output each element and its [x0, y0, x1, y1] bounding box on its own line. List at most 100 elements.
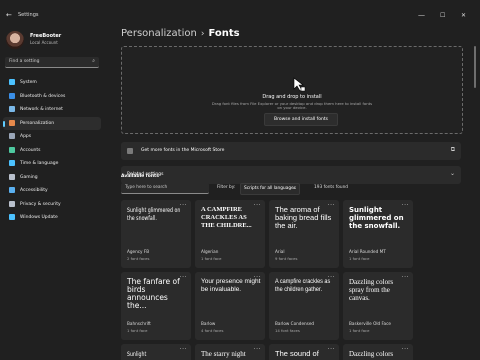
store-link-label: Get more fonts in the Microsoft Store	[141, 148, 225, 153]
font-face-count: 9 font faces	[275, 256, 298, 261]
sidebar-item-windows-update[interactable]: Windows Update	[3, 211, 101, 225]
font-tile[interactable]: ··· The sound of	[269, 344, 339, 360]
user-name: FreeBooter	[30, 33, 62, 39]
maximize-button[interactable]: ☐	[440, 12, 445, 19]
sidebar-item-icon	[9, 173, 15, 180]
font-name: Arial	[275, 249, 285, 254]
sidebar-item-label: Apps	[20, 134, 32, 139]
sidebar-item-label: Windows Update	[20, 215, 58, 220]
sidebar-item-bluetooth-devices[interactable]: Bluetooth & devices	[3, 90, 101, 104]
external-link-icon: ⧉	[450, 146, 455, 153]
font-name: Barlow	[201, 321, 216, 326]
sidebar-item-icon	[9, 133, 15, 139]
sidebar-item-label: Time & language	[20, 161, 59, 166]
minimize-button[interactable]: —	[418, 11, 425, 19]
search-icon: ⌕	[92, 58, 95, 64]
font-sample-text: A campfire crackles as the children gath…	[275, 278, 331, 293]
font-tile[interactable]: ··· The aroma of baking bread fills the a…	[269, 200, 339, 268]
sidebar-item-label: Network & internet	[20, 107, 63, 112]
font-tile[interactable]: ··· A CAMPFIRE CRACKLES AS THE CHILDRE...…	[195, 200, 265, 268]
sidebar-item-icon	[9, 200, 15, 207]
sidebar-item-accessibility[interactable]: Accessibility	[3, 184, 101, 198]
sidebar-item-system[interactable]: System	[3, 76, 101, 90]
sidebar-item-label: Bluetooth & devices	[20, 93, 66, 99]
font-name: Barlow Condensed	[275, 321, 315, 326]
sidebar-item-label: Accounts	[20, 147, 41, 153]
font-name: Bahnschrift	[127, 321, 151, 326]
avatar[interactable]	[6, 31, 24, 49]
font-name: Algerian	[201, 249, 219, 254]
script-filter-dropdown[interactable]: Scripts for all languages ⌄	[240, 183, 300, 195]
drop-subtitle-2: on your device.	[277, 105, 307, 110]
sidebar-item-label: System	[20, 80, 37, 85]
window-title: Settings	[18, 12, 39, 18]
font-tile[interactable]: ··· The starry night	[195, 344, 265, 360]
store-icon	[127, 148, 133, 154]
font-sample-text: Sunlight	[127, 350, 147, 358]
sidebar-item-label: Privacy & security	[20, 201, 61, 207]
fonts-found-count: 193 fonts found	[314, 185, 349, 190]
font-filter-row: Type here to search Filter by: Scripts f…	[121, 183, 461, 195]
sidebar-item-icon	[9, 187, 15, 193]
sidebar-item-accounts[interactable]: Accounts	[3, 144, 101, 158]
user-account-type: Local Account	[30, 40, 58, 45]
font-search-input[interactable]: Type here to search	[121, 183, 209, 194]
font-tile[interactable]: ··· A campfire crackles as the children g…	[269, 272, 339, 340]
font-sample-text: The sound of	[275, 349, 319, 358]
font-tile[interactable]: ··· Dazzling colors	[343, 344, 413, 360]
font-drop-zone[interactable]: Drag and drop to install Drag font files…	[121, 46, 463, 134]
font-tile[interactable]: ··· Your presence might be invaluable. Bar…	[195, 272, 265, 340]
sidebar-item-time-language[interactable]: Time & language	[3, 157, 101, 171]
browse-install-button[interactable]: Browse and install fonts	[264, 113, 338, 126]
sidebar-item-icon	[9, 79, 15, 85]
font-face-count: 1 font face	[201, 256, 222, 261]
sidebar-item-personalization[interactable]: Personalization	[3, 116, 101, 130]
breadcrumb-parent[interactable]: Personalization	[121, 28, 197, 39]
search-placeholder: Find a setting	[9, 59, 40, 64]
sidebar-item-icon	[9, 146, 15, 153]
sidebar-nav: System Bluetooth & devices Network & inter…	[3, 76, 101, 225]
font-sample-text: Your presence might be invaluable.	[201, 278, 261, 293]
search-input[interactable]: Find a setting ⌕	[5, 57, 99, 68]
font-face-count: 14 font faces	[275, 328, 300, 333]
filter-label: Filter by:	[217, 185, 236, 190]
related-settings-card[interactable]: Related settings ⌄	[121, 166, 461, 184]
filter-value: Scripts for all languages	[244, 186, 296, 191]
font-face-count: 1 font face	[349, 256, 370, 261]
sidebar-item-label: Personalization	[20, 120, 55, 126]
breadcrumb-separator: ›	[200, 29, 205, 39]
font-face-count: 1 font face	[349, 328, 370, 333]
scrollbar[interactable]	[474, 46, 476, 88]
font-tile[interactable]: ··· Sunlight glimmered on the snowfall. Ar…	[343, 200, 413, 268]
sidebar-item-icon	[9, 160, 15, 166]
close-button[interactable]: ✕	[461, 12, 466, 19]
title-bar: ← Settings — ☐ ✕	[0, 10, 480, 24]
font-sample-text: Sunlight glimmered on the snowfall.	[127, 206, 181, 222]
chevron-down-icon: ⌄	[449, 170, 455, 177]
sidebar-item-icon	[9, 214, 15, 220]
font-sample-text: The starry night	[201, 350, 246, 358]
font-sample-text: Dazzling colors spray from the canvas.	[349, 278, 394, 302]
font-tile[interactable]: ··· Sunlight	[121, 344, 191, 360]
font-tile[interactable]: ··· Sunlight glimmered on the snowfall. Ag…	[121, 200, 191, 268]
font-sample-text: Dazzling colors	[349, 350, 394, 358]
font-face-count: 1 font face	[127, 328, 148, 333]
sidebar-item-apps[interactable]: Apps	[3, 130, 101, 144]
sidebar-item-privacy-security[interactable]: Privacy & security	[3, 198, 101, 212]
settings-window: ← Settings — ☐ ✕ FreeBooter Local Accoun…	[0, 0, 480, 360]
font-sample-text: Sunlight glimmered on the snowfall.	[349, 206, 404, 230]
main-content: Personalization › Fonts Drag and drop to i…	[106, 24, 480, 360]
font-name: Agency FB	[127, 249, 150, 254]
sidebar-item-icon	[9, 119, 15, 126]
drop-title: Drag and drop to install	[262, 94, 322, 100]
font-face-count: 2 font faces	[127, 256, 150, 261]
font-name: Arial Rounded MT	[349, 249, 386, 254]
back-arrow-icon[interactable]: ←	[6, 11, 12, 19]
font-tile[interactable]: ··· Dazzling colors spray from the canvas…	[343, 272, 413, 340]
font-sample-text: The aroma of baking bread fills the air.	[275, 205, 332, 230]
sidebar-item-gaming[interactable]: Gaming	[3, 171, 101, 185]
sidebar-item-icon	[9, 92, 15, 99]
store-link-card[interactable]: Get more fonts in the Microsoft Store ⧉	[121, 142, 461, 160]
font-tile[interactable]: ··· The fanfare of birds announces the...…	[121, 272, 191, 340]
sidebar-item-network-internet[interactable]: Network & internet	[3, 103, 101, 117]
